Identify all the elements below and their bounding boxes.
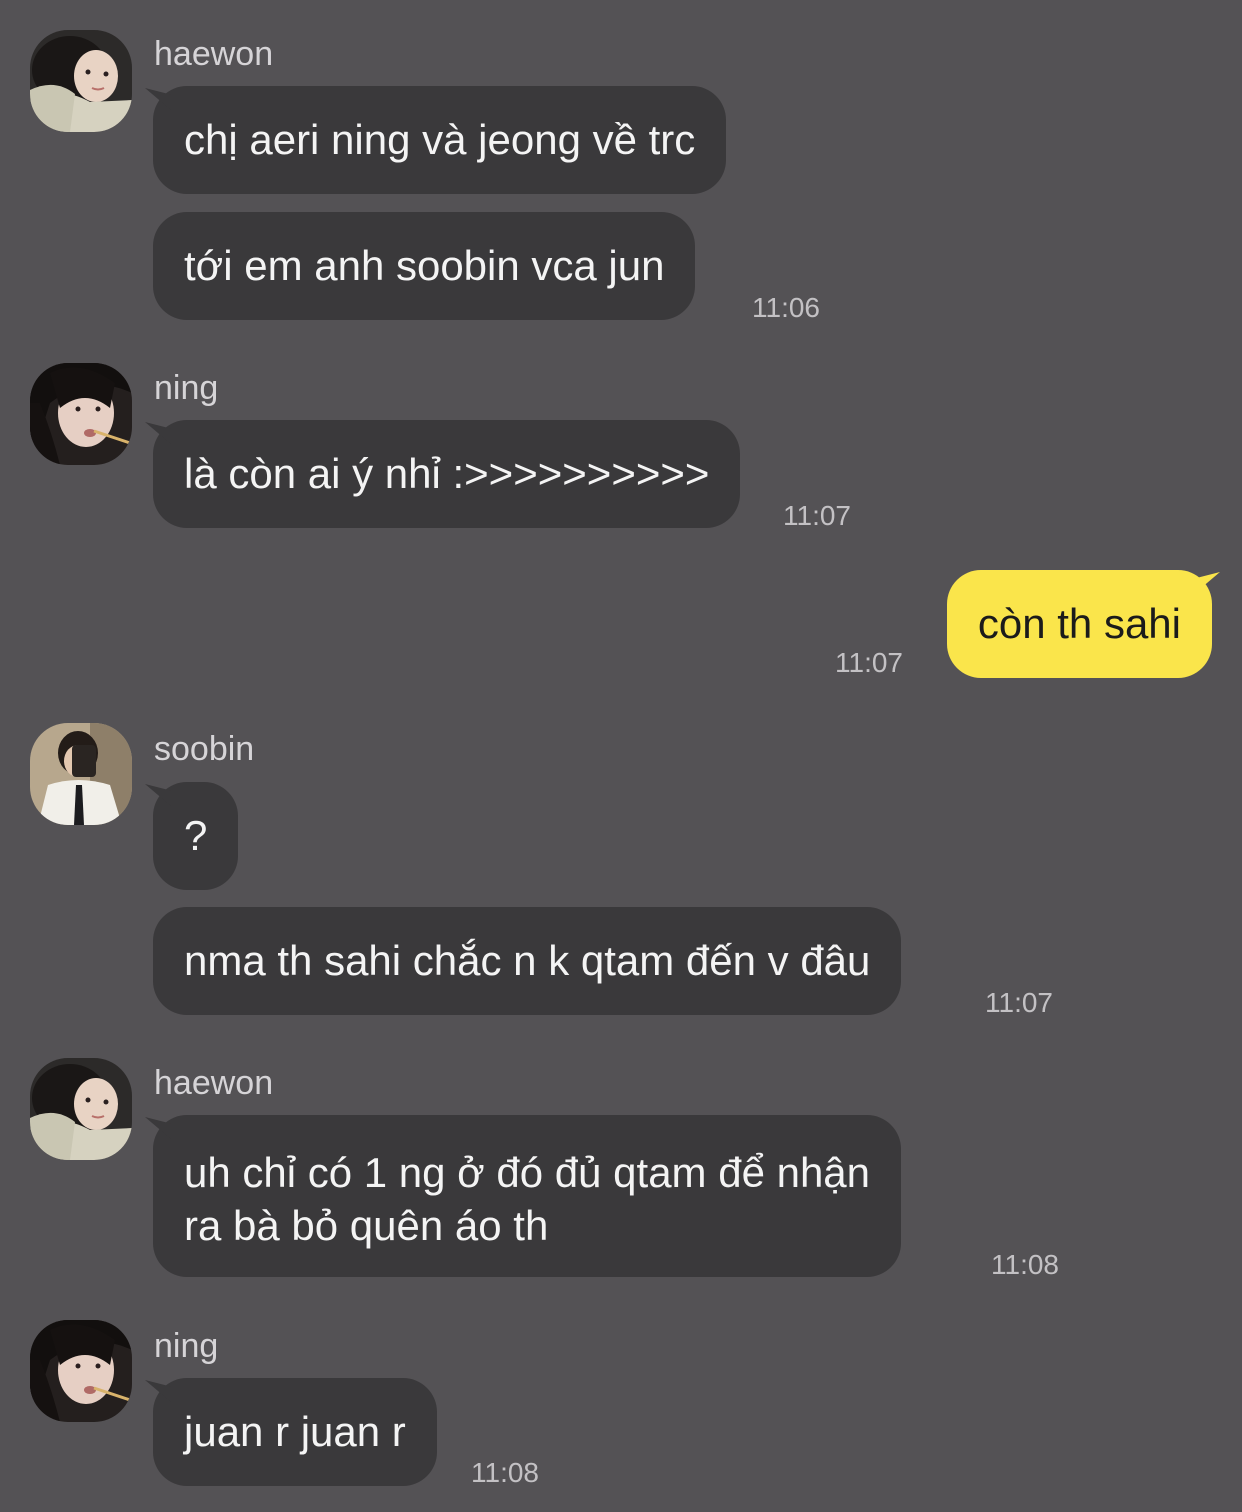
message-text-line-1: uh chỉ có 1 ng ở đó đủ qtam để nhận [184,1149,871,1196]
message-time: 11:07 [783,500,851,531]
haewon-photo [30,30,132,132]
ning-photo [30,1320,132,1422]
message-time: 11:08 [471,1457,539,1488]
message-time: 11:06 [752,292,820,323]
sender-name: ning [154,369,219,407]
message-text: nma th sahi chắc n k qtam đến v đâu [184,937,871,984]
message-text: còn th sahi [977,600,1181,647]
haewon-avatar[interactable] [30,1058,132,1160]
message-text: chị aeri ning và jeong về trc [184,116,696,163]
sender-name: soobin [154,730,255,768]
message-time: 11:07 [985,987,1053,1018]
soobin-avatar[interactable] [30,723,132,825]
message-text-line-2: ra bà bỏ quên áo th [184,1202,549,1249]
sender-name: haewon [154,1064,274,1102]
ning-avatar[interactable] [30,1320,132,1422]
haewon-photo [30,1058,132,1160]
message-bubble[interactable]: chị aeri ning và jeong về trc [153,86,727,194]
message-bubble[interactable]: nma th sahi chắc n k qtam đến v đâu [153,907,902,1015]
message-bubble[interactable]: ? [153,782,239,890]
haewon-avatar[interactable] [30,30,132,132]
my-message-bubble[interactable]: còn th sahi [946,570,1212,678]
soobin-photo [30,723,132,825]
message-text: juan r juan r [184,1408,406,1455]
message-time: 11:07 [835,647,903,678]
message-bubble[interactable]: juan r juan r [153,1378,437,1486]
message-bubble[interactable]: uh chỉ có 1 ng ở đó đủ qtam để nhận ra b… [153,1115,902,1277]
message-bubble[interactable]: tới em anh soobin vca jun [153,212,696,320]
ning-photo [30,363,132,465]
message-time: 11:08 [991,1249,1059,1280]
message-text: ? [184,812,208,859]
ning-avatar[interactable] [30,363,132,465]
sender-name: haewon [154,35,274,73]
sender-name: ning [154,1327,219,1365]
message-bubble[interactable]: là còn ai ý nhỉ :>>>>>>>>>> [153,420,741,528]
message-text: là còn ai ý nhỉ :>>>>>>>>>> [184,450,710,497]
message-text: tới em anh soobin vca jun [184,242,665,289]
